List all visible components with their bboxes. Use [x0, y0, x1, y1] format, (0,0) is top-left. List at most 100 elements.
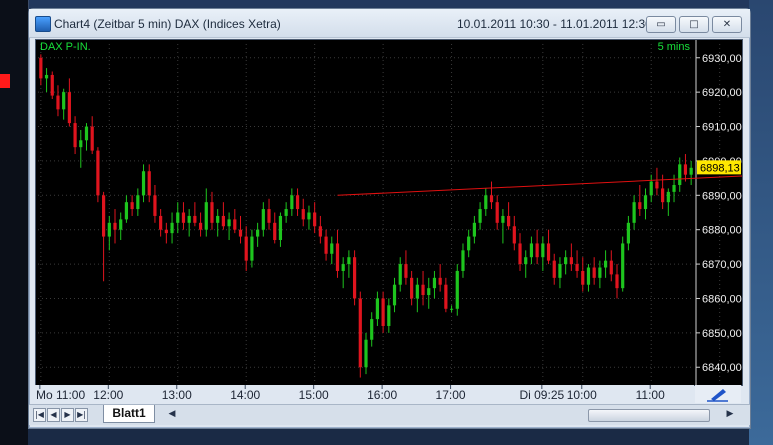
candle-body	[364, 339, 368, 368]
candle-body	[478, 209, 482, 223]
candle-body	[575, 264, 579, 271]
x-tick-label: 12:00	[93, 388, 123, 402]
candle-body	[643, 195, 648, 210]
candle-body	[529, 243, 534, 258]
candle-body	[415, 284, 419, 299]
candle-body	[609, 260, 613, 275]
title-bar[interactable]: Chart4 (Zeitbar 5 min) DAX (Indices Xetr…	[29, 9, 750, 38]
background-window-right	[749, 0, 773, 445]
candle-body	[170, 222, 174, 234]
candle-body	[467, 236, 471, 251]
candle-body	[307, 212, 311, 220]
candle-body	[181, 212, 186, 223]
scroll-left-icon[interactable]: ◀	[166, 408, 178, 421]
first-sheet-button[interactable]: |◀	[33, 408, 46, 422]
chart-canvas: 6930,006920,006910,006900,006890,006880,…	[38, 40, 772, 385]
candle-body	[438, 277, 442, 285]
candle-body	[256, 229, 260, 237]
minimize-button[interactable]: ▭	[646, 16, 676, 33]
candle-body	[592, 267, 596, 278]
y-tick-label: 6860,00	[702, 293, 742, 305]
candle-body	[244, 236, 248, 261]
background-window-bottom	[28, 427, 749, 445]
candle-body	[102, 195, 106, 237]
y-tick-label: 6850,00	[702, 328, 742, 340]
candle-body	[67, 92, 71, 124]
candle-body	[136, 195, 140, 210]
candle-body	[535, 243, 539, 258]
candle-body	[404, 264, 408, 278]
candle-body	[221, 215, 225, 227]
candle-body	[198, 222, 203, 230]
maximize-button[interactable]: □	[679, 16, 709, 33]
candle-body	[79, 140, 83, 148]
next-sheet-button[interactable]: ▶	[61, 408, 74, 422]
candle-body	[507, 215, 511, 227]
pen-icon	[707, 389, 728, 402]
candle-body	[301, 209, 305, 220]
x-tick-label: Di 09:25	[519, 388, 564, 402]
prev-sheet-button[interactable]: ◀	[47, 408, 60, 422]
candle-body	[392, 284, 397, 306]
candle-body	[238, 229, 243, 237]
candle-body	[552, 260, 556, 278]
candle-body	[375, 298, 380, 320]
chart-app-icon	[35, 16, 51, 32]
instrument-label: DAX P-IN.	[40, 41, 91, 53]
candle-body	[666, 191, 670, 203]
candle-body	[330, 243, 334, 254]
last-sheet-button[interactable]: ▶|	[75, 408, 88, 422]
candle-body	[432, 277, 437, 289]
candle-body	[347, 257, 351, 265]
candle-body	[626, 222, 630, 244]
candle-body	[84, 126, 89, 141]
candle-body	[295, 195, 300, 210]
candle-body	[90, 126, 94, 151]
time-axis[interactable]: Mo 11:00 12:00 13:00 14:00 15:00 16:00 17:00 Di…	[35, 385, 734, 403]
candle-body	[273, 222, 277, 241]
candle-body	[501, 215, 505, 223]
candle-body	[598, 267, 602, 278]
sheet-tab-blatt1[interactable]: Blatt1	[103, 405, 155, 423]
candle-body	[512, 226, 516, 244]
candle-body	[449, 308, 454, 310]
price-chart[interactable]: 6930,006920,006910,006900,006890,006880,…	[35, 39, 772, 386]
candle-body	[678, 164, 682, 185]
candle-body	[558, 264, 562, 278]
axis-corner-button[interactable]	[695, 385, 741, 403]
x-tick-label: 10:00	[567, 388, 597, 402]
candle-body	[124, 202, 129, 220]
candle-body	[318, 226, 322, 237]
x-tick-label: 14:00	[230, 388, 260, 402]
candle-body	[107, 222, 111, 237]
candle-body	[564, 257, 568, 265]
period-label: 5 mins	[657, 41, 690, 53]
candle-body	[518, 243, 522, 265]
candle-body	[495, 202, 499, 223]
candle-body	[427, 288, 431, 296]
candle-body	[541, 243, 545, 258]
candle-body	[204, 202, 208, 230]
candle-body	[50, 74, 54, 96]
scroll-right-icon[interactable]: ▶	[724, 408, 736, 421]
y-tick-label: 6880,00	[702, 225, 742, 237]
candle-body	[96, 150, 100, 196]
candle-body	[370, 319, 374, 340]
candle-body	[655, 181, 659, 189]
y-tick-label: 6930,00	[702, 53, 742, 65]
close-button[interactable]: ✕	[712, 16, 742, 33]
candle-body	[159, 215, 163, 230]
maximize-icon: □	[689, 18, 699, 30]
candle-body	[233, 219, 237, 230]
candle-body	[284, 209, 288, 216]
scroll-thumb[interactable]	[588, 409, 710, 422]
candle-body	[352, 257, 357, 299]
y-tick-label: 6890,00	[702, 190, 742, 202]
candle-body	[603, 260, 608, 268]
horizontal-scrollbar[interactable]: ◀ ▶	[166, 408, 739, 422]
minimize-icon: ▭	[656, 18, 666, 30]
y-tick-label: 6870,00	[702, 259, 742, 271]
candle-body	[210, 202, 214, 223]
candle-body	[119, 219, 123, 230]
candle-body	[176, 212, 180, 223]
